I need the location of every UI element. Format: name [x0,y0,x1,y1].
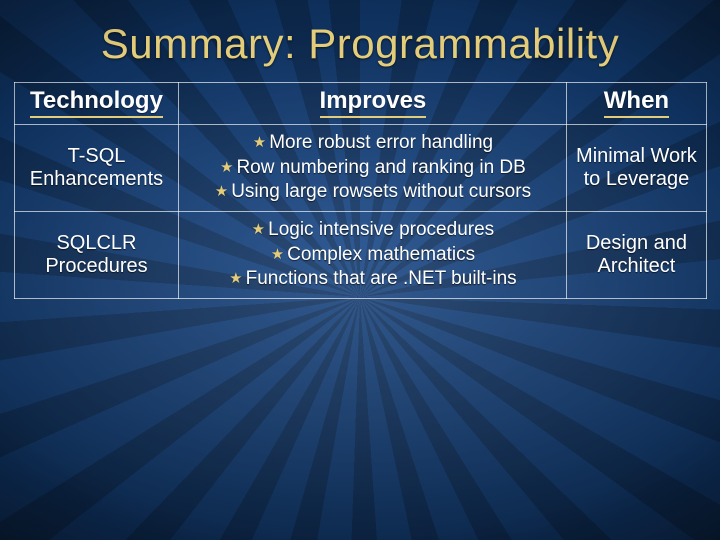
tech-line: Enhancements [30,168,163,190]
when-line: Design and [586,232,687,254]
cell-improves: ★Logic intensive procedures ★Complex mat… [179,212,567,299]
header-improves: Improves [179,83,567,125]
slide-title: Summary: Programmability [0,0,720,82]
improves-text: Complex mathematics [287,244,475,265]
when-line: to Leverage [584,168,690,190]
improves-item: ★Complex mathematics [185,243,560,268]
improves-text: Logic intensive procedures [268,219,494,240]
summary-table: Technology Improves When T-SQL Enhanceme… [14,82,707,299]
tech-line: Procedures [45,255,147,277]
improves-item: ★Row numbering and ranking in DB [185,156,560,181]
header-when-label: When [604,87,669,118]
star-icon: ★ [215,183,231,200]
cell-improves: ★More robust error handling ★Row numberi… [179,125,567,212]
table-header-row: Technology Improves When [14,83,706,125]
improves-text: Using large rowsets without cursors [231,181,531,202]
cell-when: Minimal Work to Leverage [567,125,706,212]
tech-line: T-SQL [68,145,126,167]
improves-text: Row numbering and ranking in DB [236,157,525,178]
when-line: Architect [598,255,676,277]
star-icon: ★ [253,134,269,151]
header-improves-label: Improves [320,87,427,118]
cell-technology: T-SQL Enhancements [14,125,179,212]
header-technology: Technology [14,83,179,125]
table-row: T-SQL Enhancements ★More robust error ha… [14,125,706,212]
improves-item: ★Functions that are .NET built-ins [185,267,560,292]
tech-line: SQLCLR [56,232,136,254]
improves-text: More robust error handling [269,132,493,153]
table-row: SQLCLR Procedures ★Logic intensive proce… [14,212,706,299]
improves-item: ★More robust error handling [185,131,560,156]
when-line: Minimal Work [576,145,697,167]
star-icon: ★ [252,221,268,238]
improves-text: Functions that are .NET built-ins [246,268,517,289]
cell-when: Design and Architect [567,212,706,299]
header-technology-label: Technology [30,87,163,118]
improves-item: ★Logic intensive procedures [185,218,560,243]
cell-technology: SQLCLR Procedures [14,212,179,299]
star-icon: ★ [271,246,287,263]
star-icon: ★ [229,270,245,287]
improves-item: ★Using large rowsets without cursors [185,180,560,205]
star-icon: ★ [220,159,236,176]
header-when: When [567,83,706,125]
